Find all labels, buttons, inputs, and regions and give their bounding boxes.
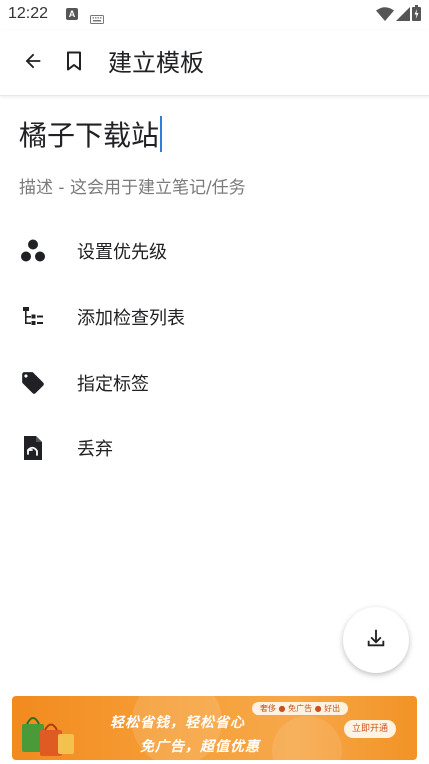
ad-headline: 轻松省钱，轻松省心 <box>110 715 245 731</box>
back-button[interactable] <box>17 47 49 79</box>
page-title: 建立模板 <box>108 49 204 77</box>
menu-item-label: 设置优先级 <box>77 242 167 263</box>
tag-icon <box>18 368 48 398</box>
title-input[interactable]: 橘子下载站 <box>19 112 163 156</box>
status-time: 12:22 <box>8 5 49 22</box>
ad-subline: 免广告，超值优惠 <box>140 739 260 755</box>
status-bar: 12:22 A <box>0 0 429 30</box>
wifi-icon <box>376 6 394 25</box>
ad-open-button[interactable]: 立即开通 <box>344 720 396 738</box>
priority-icon <box>18 236 48 266</box>
download-icon <box>365 627 387 653</box>
menu-item-checklist[interactable]: 添加检查列表 <box>0 291 429 343</box>
battery-icon <box>412 5 421 25</box>
bookmark-button[interactable] <box>58 47 90 79</box>
status-indicators <box>376 5 421 25</box>
discard-icon <box>18 433 48 463</box>
signal-icon <box>396 6 410 25</box>
menu-item-label: 丢弃 <box>77 439 113 460</box>
notification-icon: A <box>66 8 78 20</box>
ad-decoration <box>272 716 342 760</box>
menu-item-priority[interactable]: 设置优先级 <box>0 225 429 277</box>
menu-item-discard[interactable]: 丢弃 <box>0 422 429 474</box>
keyboard-icon <box>90 9 104 28</box>
menu-item-tag[interactable]: 指定标签 <box>0 357 429 409</box>
arrow-left-icon <box>22 50 44 76</box>
menu-item-label: 指定标签 <box>77 374 149 395</box>
app-bar: 建立模板 <box>0 30 429 96</box>
download-button[interactable] <box>343 607 409 673</box>
ad-tags: 奢侈 ● 免广告 ● 好出 <box>252 702 349 715</box>
bookmark-icon <box>65 51 83 75</box>
text-cursor <box>160 116 163 152</box>
menu-item-label: 添加检查列表 <box>77 308 185 329</box>
ad-banner[interactable]: 奢侈 ● 免广告 ● 好出 轻松省钱，轻松省心 免广告，超值优惠 立即开通 <box>12 696 417 760</box>
checklist-icon <box>18 302 48 332</box>
description-input[interactable]: 描述 - 这会用于建立笔记/任务 <box>19 173 246 198</box>
shopping-bag-icon <box>18 710 78 760</box>
title-input-value: 橘子下载站 <box>19 119 160 152</box>
